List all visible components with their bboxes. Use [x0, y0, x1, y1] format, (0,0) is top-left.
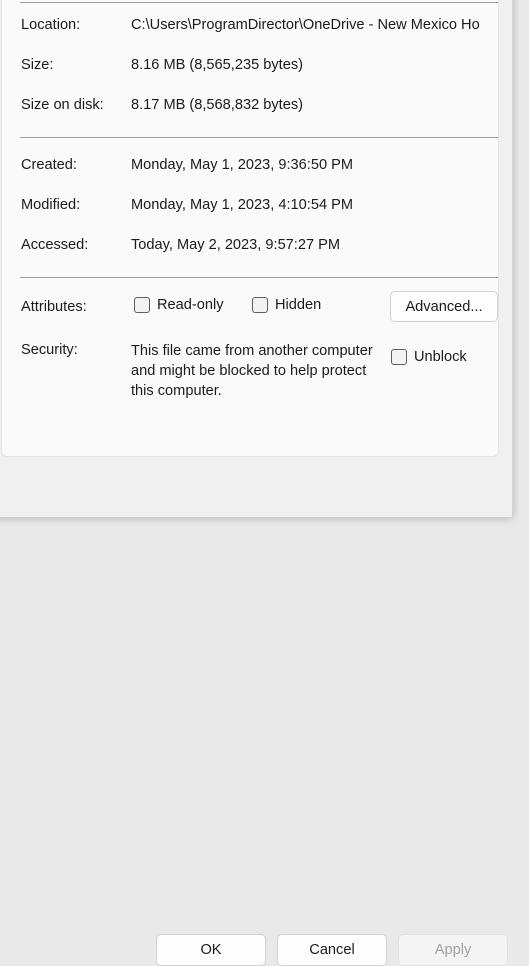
value-modified: Monday, May 1, 2023, 4:10:54 PM: [131, 197, 354, 213]
dialog-footer: OK Cancel Apply: [0, 460, 512, 966]
properties-content-panel: Location: C:\Users\ProgramDirector\OneDr…: [1, 0, 499, 457]
row-accessed: Accessed: Today, May 2, 2023, 9:57:27 PM: [2, 237, 498, 258]
label-modified: Modified:: [21, 197, 81, 213]
value-created: Monday, May 1, 2023, 9:36:50 PM: [131, 157, 354, 173]
properties-dialog-window: Location: C:\Users\ProgramDirector\OneDr…: [0, 0, 513, 966]
label-size: Size:: [21, 57, 54, 73]
unblock-checkbox-icon[interactable]: [391, 349, 407, 365]
hidden-label: Hidden: [275, 297, 322, 313]
checkbox-hidden[interactable]: Hidden: [252, 297, 321, 313]
separator-dates: [20, 137, 498, 138]
apply-button[interactable]: Apply: [398, 934, 508, 966]
ok-button[interactable]: OK: [156, 934, 266, 966]
label-security: Security:: [21, 342, 78, 358]
label-accessed: Accessed:: [21, 237, 89, 253]
row-created: Created: Monday, May 1, 2023, 9:36:50 PM: [2, 157, 498, 178]
read-only-checkbox-icon[interactable]: [134, 297, 150, 313]
security-message-text: This file came from another computer and…: [131, 343, 373, 399]
value-accessed: Today, May 2, 2023, 9:57:27 PM: [131, 237, 341, 253]
row-location: Location: C:\Users\ProgramDirector\OneDr…: [2, 17, 498, 38]
label-size-on-disk: Size on disk:: [21, 97, 104, 113]
cancel-button[interactable]: Cancel: [277, 934, 387, 966]
row-size-on-disk: Size on disk: 8.17 MB (8,568,832 bytes): [2, 97, 498, 118]
label-location: Location:: [21, 17, 81, 33]
label-created: Created:: [21, 157, 77, 173]
advanced-button[interactable]: Advanced...: [390, 291, 498, 322]
value-location: C:\Users\ProgramDirector\OneDrive - New …: [131, 17, 480, 33]
unblock-label: Unblock: [414, 349, 467, 365]
value-size-on-disk: 8.17 MB (8,568,832 bytes): [131, 97, 303, 113]
separator-attributes: [20, 277, 498, 278]
row-size: Size: 8.16 MB (8,565,235 bytes): [2, 57, 498, 78]
value-size: 8.16 MB (8,565,235 bytes): [131, 57, 303, 73]
hidden-checkbox-icon[interactable]: [252, 297, 268, 313]
label-attributes: Attributes:: [21, 299, 87, 315]
separator-top: [20, 2, 498, 3]
checkbox-read-only[interactable]: Read-only: [134, 297, 224, 313]
row-modified: Modified: Monday, May 1, 2023, 4:10:54 P…: [2, 197, 498, 218]
checkbox-unblock[interactable]: Unblock: [391, 349, 467, 365]
read-only-label: Read-only: [157, 297, 224, 313]
